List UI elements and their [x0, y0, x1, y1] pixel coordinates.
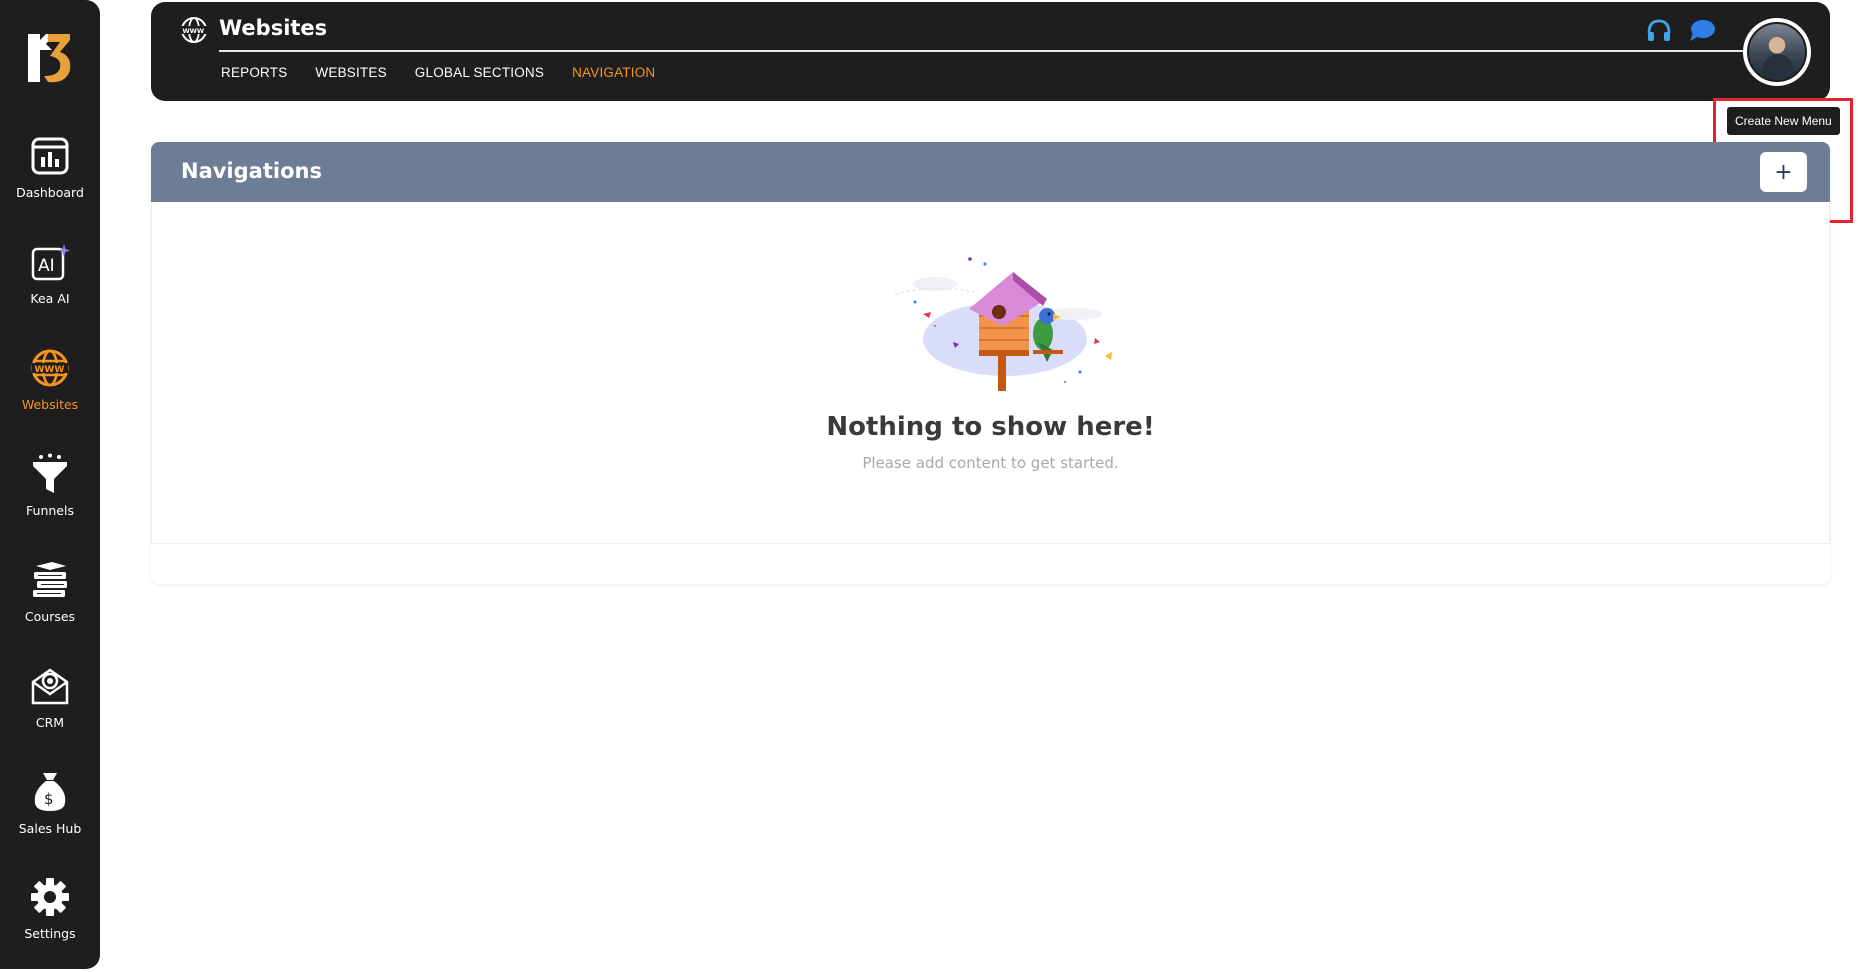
svg-text:$: $ [44, 790, 54, 808]
tab-websites[interactable]: WEBSITES [315, 65, 386, 80]
svg-text:WWW: WWW [183, 27, 205, 35]
empty-state-title: Nothing to show here! [826, 412, 1155, 442]
dashboard-icon [29, 135, 71, 177]
money-bag-icon: $ [29, 771, 71, 813]
create-new-menu-button[interactable]: + [1760, 152, 1807, 192]
tab-reports[interactable]: REPORTS [221, 65, 287, 80]
svg-text:WWW: WWW [35, 365, 65, 375]
panel-header: Navigations + [151, 142, 1830, 202]
top-header: WWW Websites REPORTS WEBSITES GLOBAL SEC… [151, 2, 1830, 101]
headset-icon[interactable] [1646, 18, 1672, 44]
panel-body: Nothing to show here! Please add content… [151, 202, 1830, 544]
tab-navigation[interactable]: NAVIGATION [572, 65, 655, 80]
crm-envelope-icon [29, 665, 71, 707]
sidebar-item-label: Kea AI [30, 291, 70, 306]
sidebar-item-label: Courses [24, 609, 76, 624]
ai-icon: AI [29, 241, 71, 283]
user-photo [1747, 22, 1807, 82]
chat-bubble-icon[interactable] [1688, 18, 1716, 44]
sidebar-item-websites[interactable]: WWW Websites [0, 347, 100, 437]
sidebar-item-label: Websites [21, 397, 79, 412]
sidebar: Dashboard AI Kea AI WWW Websites Funnels… [0, 0, 100, 969]
sidebar-item-funnels[interactable]: Funnels [0, 453, 100, 543]
funnel-icon [29, 453, 71, 495]
sidebar-item-label: CRM [35, 715, 65, 730]
header-divider [219, 50, 1754, 52]
create-menu-tooltip: Create New Menu [1727, 107, 1840, 135]
avatar[interactable] [1743, 18, 1811, 86]
svg-text:AI: AI [38, 256, 55, 276]
sidebar-item-settings[interactable]: Settings [0, 876, 100, 966]
brand-logo-icon[interactable] [24, 30, 76, 86]
sidebar-item-dashboard[interactable]: Dashboard [0, 135, 100, 225]
sidebar-item-label: Sales Hub [18, 821, 82, 836]
sidebar-item-crm[interactable]: CRM [0, 665, 100, 755]
panel-title: Navigations [181, 159, 322, 183]
birdhouse-illustration [875, 254, 1135, 394]
page-title: Websites [219, 16, 328, 40]
header-tabs: REPORTS WEBSITES GLOBAL SECTIONS NAVIGAT… [221, 65, 655, 80]
sidebar-item-label: Settings [24, 926, 76, 941]
sidebar-item-label: Dashboard [16, 185, 84, 200]
sidebar-item-sales-hub[interactable]: $ Sales Hub [0, 771, 100, 861]
globe-icon: WWW [180, 16, 208, 44]
navigations-panel: Navigations + Nothing to show here! Plea… [151, 142, 1830, 584]
gear-icon [29, 876, 71, 918]
books-icon [29, 559, 71, 601]
www-globe-icon: WWW [29, 347, 71, 389]
empty-state-subtitle: Please add content to get started. [862, 454, 1119, 472]
sidebar-item-courses[interactable]: Courses [0, 559, 100, 649]
tab-global-sections[interactable]: GLOBAL SECTIONS [415, 65, 544, 80]
sidebar-item-label: Funnels [26, 503, 74, 518]
sidebar-item-kea-ai[interactable]: AI Kea AI [0, 241, 100, 331]
